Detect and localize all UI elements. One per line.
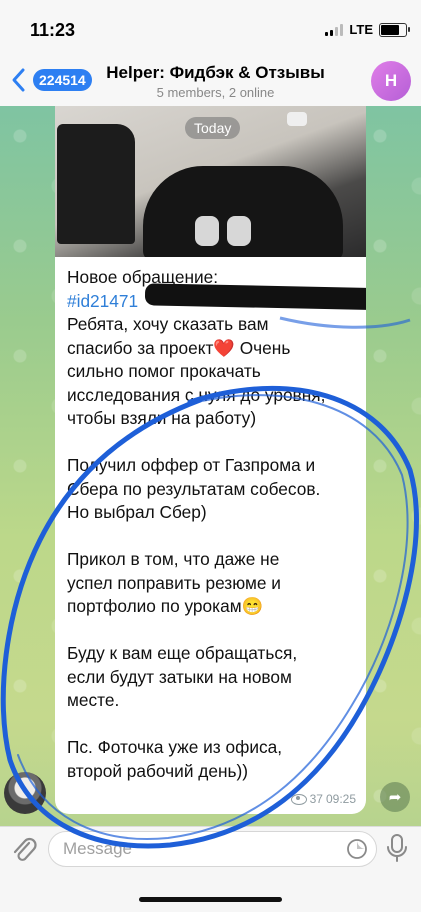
message-line: Получил оффер от Газпрома и xyxy=(67,455,316,475)
status-bar: 11:23 LTE xyxy=(0,0,421,58)
photo-shoe xyxy=(195,216,219,246)
battery-icon xyxy=(379,22,410,37)
photo-shoe xyxy=(227,216,251,246)
message-time: 09:25 xyxy=(325,792,356,806)
status-indicators: LTE xyxy=(325,22,410,37)
message-bubble[interactable]: Today Новое обращение: #id21471 Ребята, … xyxy=(55,106,366,814)
message-line: Прикол в том, что даже не xyxy=(67,549,280,569)
message-line: портфолио по урокам😁 xyxy=(67,596,264,616)
chat-title[interactable]: Helper: Фидбэк & Отзывы xyxy=(0,63,421,83)
sender-avatar[interactable] xyxy=(4,772,46,814)
message-line: Буду к вам еще обращаться, xyxy=(67,643,298,663)
forward-icon: ➦ xyxy=(388,789,402,806)
message-line: Сбера по результатам собесов. xyxy=(67,478,321,499)
view-count: 37 xyxy=(309,792,323,806)
message-line: если будут затыки на новом xyxy=(67,666,292,687)
network-label: LTE xyxy=(349,22,373,37)
message-line: успел поправить резюме и xyxy=(67,572,281,593)
message-gap xyxy=(67,431,363,455)
share-button[interactable]: ➦ xyxy=(380,782,410,812)
sticker-icon[interactable] xyxy=(346,838,368,860)
message-gap xyxy=(67,525,363,549)
message-text: Новое обращение: #id21471 Ребята, хочу с… xyxy=(67,266,363,783)
message-body: Ребята, хочу сказать вам спасибо за проек… xyxy=(67,313,363,783)
composer: Message xyxy=(0,826,421,912)
photo-chair xyxy=(57,124,135,244)
signal-icon xyxy=(325,23,344,36)
message-line: исследования с нуля до уровня, xyxy=(67,384,326,405)
views-icon xyxy=(290,793,307,805)
message-placeholder: Message xyxy=(63,839,132,858)
date-chip: Today xyxy=(185,117,241,139)
message-line: второй рабочий день)) xyxy=(67,760,249,781)
message-meta: 37 09:25 xyxy=(290,792,356,806)
message-line: сильно помог прокачать xyxy=(67,361,261,381)
message-gap xyxy=(67,619,363,643)
message-line: месте. xyxy=(67,690,120,710)
clock: 11:23 xyxy=(30,20,76,40)
chat-subtitle: 5 members, 2 online xyxy=(156,85,275,100)
message-line: Но выбрал Сбер) xyxy=(67,502,207,522)
message-line: спасибо за проект❤️ Очень xyxy=(67,337,291,358)
home-indicator xyxy=(139,897,282,902)
message-line: Пс. Фоточка уже из офиса, xyxy=(67,737,283,757)
message-input[interactable]: Message xyxy=(48,831,377,867)
microphone-icon[interactable] xyxy=(384,833,410,863)
chat-header: 224514 Helper: Фидбэк & Отзывы 5 members… xyxy=(0,58,421,107)
paperclip-icon[interactable] xyxy=(10,835,38,865)
message-line: чтобы взяли на работу) xyxy=(67,408,257,428)
message-line: Ребята, хочу сказать вам xyxy=(67,314,269,334)
group-avatar[interactable]: H xyxy=(371,61,411,101)
photo-cup xyxy=(287,112,307,126)
message-photo[interactable]: Today xyxy=(55,106,366,257)
message-gap xyxy=(67,713,363,737)
